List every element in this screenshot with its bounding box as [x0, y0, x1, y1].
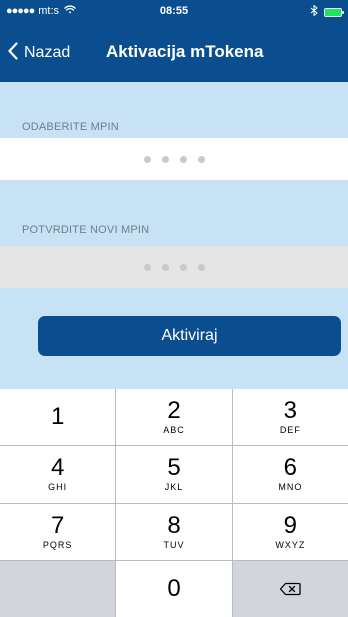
nav-bar: Nazad Aktivacija mTokena: [0, 35, 348, 75]
mpin-dot: [197, 155, 205, 163]
key-6[interactable]: 6 MNO: [232, 446, 348, 503]
key-letters: WXYZ: [275, 539, 306, 550]
activate-button[interactable]: Aktiviraj: [38, 316, 341, 356]
backspace-icon: [279, 582, 301, 596]
delete-key[interactable]: [232, 560, 348, 617]
key-5[interactable]: 5 JKL: [116, 446, 232, 503]
back-label: Nazad: [24, 43, 71, 61]
form-content: ODABERITE MPIN POTVRDITE NOVI MPIN Aktiv…: [0, 82, 348, 389]
key-letters: PQRS: [42, 539, 73, 550]
key-digit: 7: [50, 511, 65, 539]
battery-fill: [325, 8, 341, 16]
mpin-dots: [143, 155, 205, 163]
header: ●●●●● mt:s 08:55 Nazad Aktivacija mToken…: [0, 0, 348, 82]
confirm-mpin-dots: [143, 263, 205, 271]
key-3[interactable]: 3 DEF: [232, 389, 348, 446]
key-digit: 6: [283, 454, 297, 482]
key-7[interactable]: 7 PQRS: [0, 503, 116, 560]
confirm-mpin-dot: [143, 263, 151, 271]
key-1[interactable]: 1: [0, 389, 116, 446]
key-4[interactable]: 4 GHI: [0, 446, 116, 503]
key-letters: MNO: [278, 482, 303, 493]
mpin-label: ODABERITE MPIN: [22, 121, 119, 133]
page-title: Aktivacija mTokena: [106, 42, 264, 61]
mpin-dot: [179, 155, 187, 163]
key-digit: 5: [167, 454, 181, 482]
activate-button-label: Aktiviraj: [161, 327, 218, 344]
mpin-dot: [143, 155, 151, 163]
mpin-dot: [161, 155, 169, 163]
key-8[interactable]: 8 TUV: [116, 503, 232, 560]
key-digit: 2: [167, 397, 181, 425]
key-digit: 8: [167, 511, 181, 539]
battery-icon: [324, 7, 344, 17]
confirm-mpin-dot: [197, 263, 205, 271]
key-digit: 9: [283, 511, 297, 539]
key-digit: 0: [167, 574, 181, 602]
key-letters: GHI: [48, 482, 68, 493]
key-digit: 1: [50, 403, 65, 431]
status-time: 08:55: [159, 5, 189, 17]
confirm-mpin-label: POTVRDITE NOVI MPIN: [22, 224, 150, 236]
chevron-left-icon: [8, 42, 18, 63]
key-letters: DEF: [279, 425, 301, 436]
numeric-keypad: 1 2 ABC 3 DEF 4 GHI 5 JKL 6 MNO 7 PQRS 8…: [0, 389, 348, 617]
status-bar: ●●●●● mt:s 08:55: [0, 0, 348, 20]
back-button[interactable]: Nazad: [8, 42, 70, 63]
keypad-empty-key: [0, 560, 116, 617]
key-digit: 3: [283, 397, 297, 425]
mpin-input[interactable]: [0, 138, 348, 180]
right-status-group: [310, 5, 344, 19]
key-letters: JKL: [164, 482, 184, 493]
confirm-mpin-dot: [161, 263, 169, 271]
screen: ●●●●● mt:s 08:55 Nazad Aktivacija mToken…: [0, 0, 348, 617]
bluetooth-icon: [310, 5, 318, 19]
key-2[interactable]: 2 ABC: [116, 389, 232, 446]
confirm-mpin-dot: [179, 263, 187, 271]
key-0[interactable]: 0: [116, 560, 232, 617]
key-letters: ABC: [163, 425, 185, 436]
key-9[interactable]: 9 WXYZ: [232, 503, 348, 560]
key-letters: TUV: [163, 539, 185, 550]
key-digit: 4: [50, 454, 65, 482]
confirm-mpin-input[interactable]: [0, 246, 348, 288]
